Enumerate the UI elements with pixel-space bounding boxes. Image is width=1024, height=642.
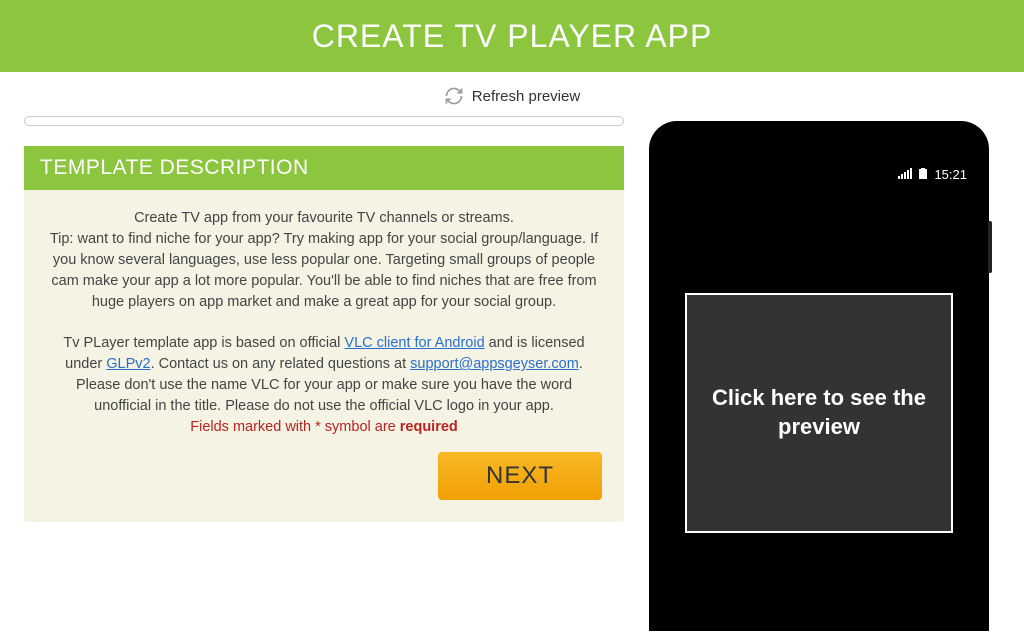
phone-status-time: 15:21 xyxy=(934,167,967,182)
phone-screen: 15:21 Click here to see the preview xyxy=(663,163,975,623)
required-fields-note: Fields marked with * symbol are required xyxy=(46,417,602,438)
text: Tv PLayer template app is based on offic… xyxy=(63,335,344,351)
refresh-icon xyxy=(444,86,464,106)
card-header-title: TEMPLATE DESCRIPTION xyxy=(40,156,608,180)
support-email-link[interactable]: support@appsgeyser.com xyxy=(410,356,579,372)
template-description-card: TEMPLATE DESCRIPTION Create TV app from … xyxy=(24,146,624,522)
page-header: CREATE TV PLAYER APP xyxy=(0,0,1024,72)
required-word: required xyxy=(400,419,458,435)
refresh-preview-label: Refresh preview xyxy=(472,88,580,105)
page-title: CREATE TV PLAYER APP xyxy=(312,18,713,55)
text: Fields marked with * symbol are xyxy=(190,419,400,435)
text: . Contact us on any related questions at xyxy=(151,356,411,372)
card-body: Create TV app from your favourite TV cha… xyxy=(24,190,624,522)
preview-box-text: Click here to see the preview xyxy=(707,384,931,441)
signal-icon xyxy=(898,168,912,182)
card-header: TEMPLATE DESCRIPTION xyxy=(24,146,624,190)
battery-icon xyxy=(916,168,930,182)
phone-status-bar: 15:21 xyxy=(663,163,975,186)
description-para-2: Tv PLayer template app is based on offic… xyxy=(46,333,602,417)
phone-side-button xyxy=(988,221,992,273)
vlc-link[interactable]: VLC client for Android xyxy=(344,335,484,351)
refresh-preview-row[interactable]: Refresh preview xyxy=(0,72,1024,116)
next-button[interactable]: NEXT xyxy=(438,452,602,500)
description-para-1: Create TV app from your favourite TV cha… xyxy=(46,208,602,313)
glpv2-link[interactable]: GLPv2 xyxy=(106,356,150,372)
phone-mockup: 15:21 Click here to see the preview xyxy=(649,121,989,631)
progress-bar xyxy=(24,116,624,126)
preview-box[interactable]: Click here to see the preview xyxy=(685,293,953,533)
